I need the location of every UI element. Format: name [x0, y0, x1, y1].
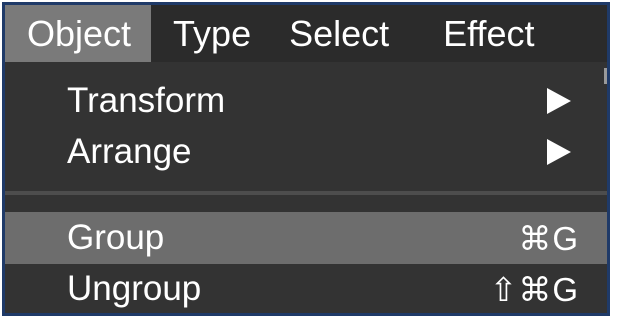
menu-item-transform[interactable]: Transform: [5, 75, 607, 127]
menu-bar: Object Type Select Effect: [5, 5, 607, 62]
menubar-item-effect[interactable]: Effect: [401, 5, 534, 62]
submenu-arrow-icon: [547, 88, 571, 114]
menu-item-group[interactable]: Group ⌘G: [5, 212, 607, 264]
shortcut-label: ⌘G: [518, 219, 579, 257]
submenu-arrow-icon: [547, 139, 571, 165]
menu-window: Object Type Select Effect Transform Arra…: [2, 2, 610, 316]
menu-item-ungroup[interactable]: Ungroup ⇧⌘G: [5, 263, 607, 313]
menu-item-label: Transform: [67, 81, 226, 120]
menu-item-label: Group: [67, 218, 165, 257]
menu-item-arrange[interactable]: Arrange: [5, 126, 607, 178]
menubar-item-type[interactable]: Type: [151, 5, 267, 62]
menu-separator: [5, 191, 607, 195]
object-dropdown-menu: Transform Arrange Group ⌘G Ungroup ⇧⌘G: [5, 62, 607, 313]
menubar-item-object[interactable]: Object: [5, 5, 152, 62]
menu-item-label: Arrange: [67, 132, 192, 171]
menubar-item-select[interactable]: Select: [267, 5, 401, 62]
menu-item-label: Ungroup: [67, 269, 202, 308]
shortcut-label: ⇧⌘G: [489, 270, 579, 308]
